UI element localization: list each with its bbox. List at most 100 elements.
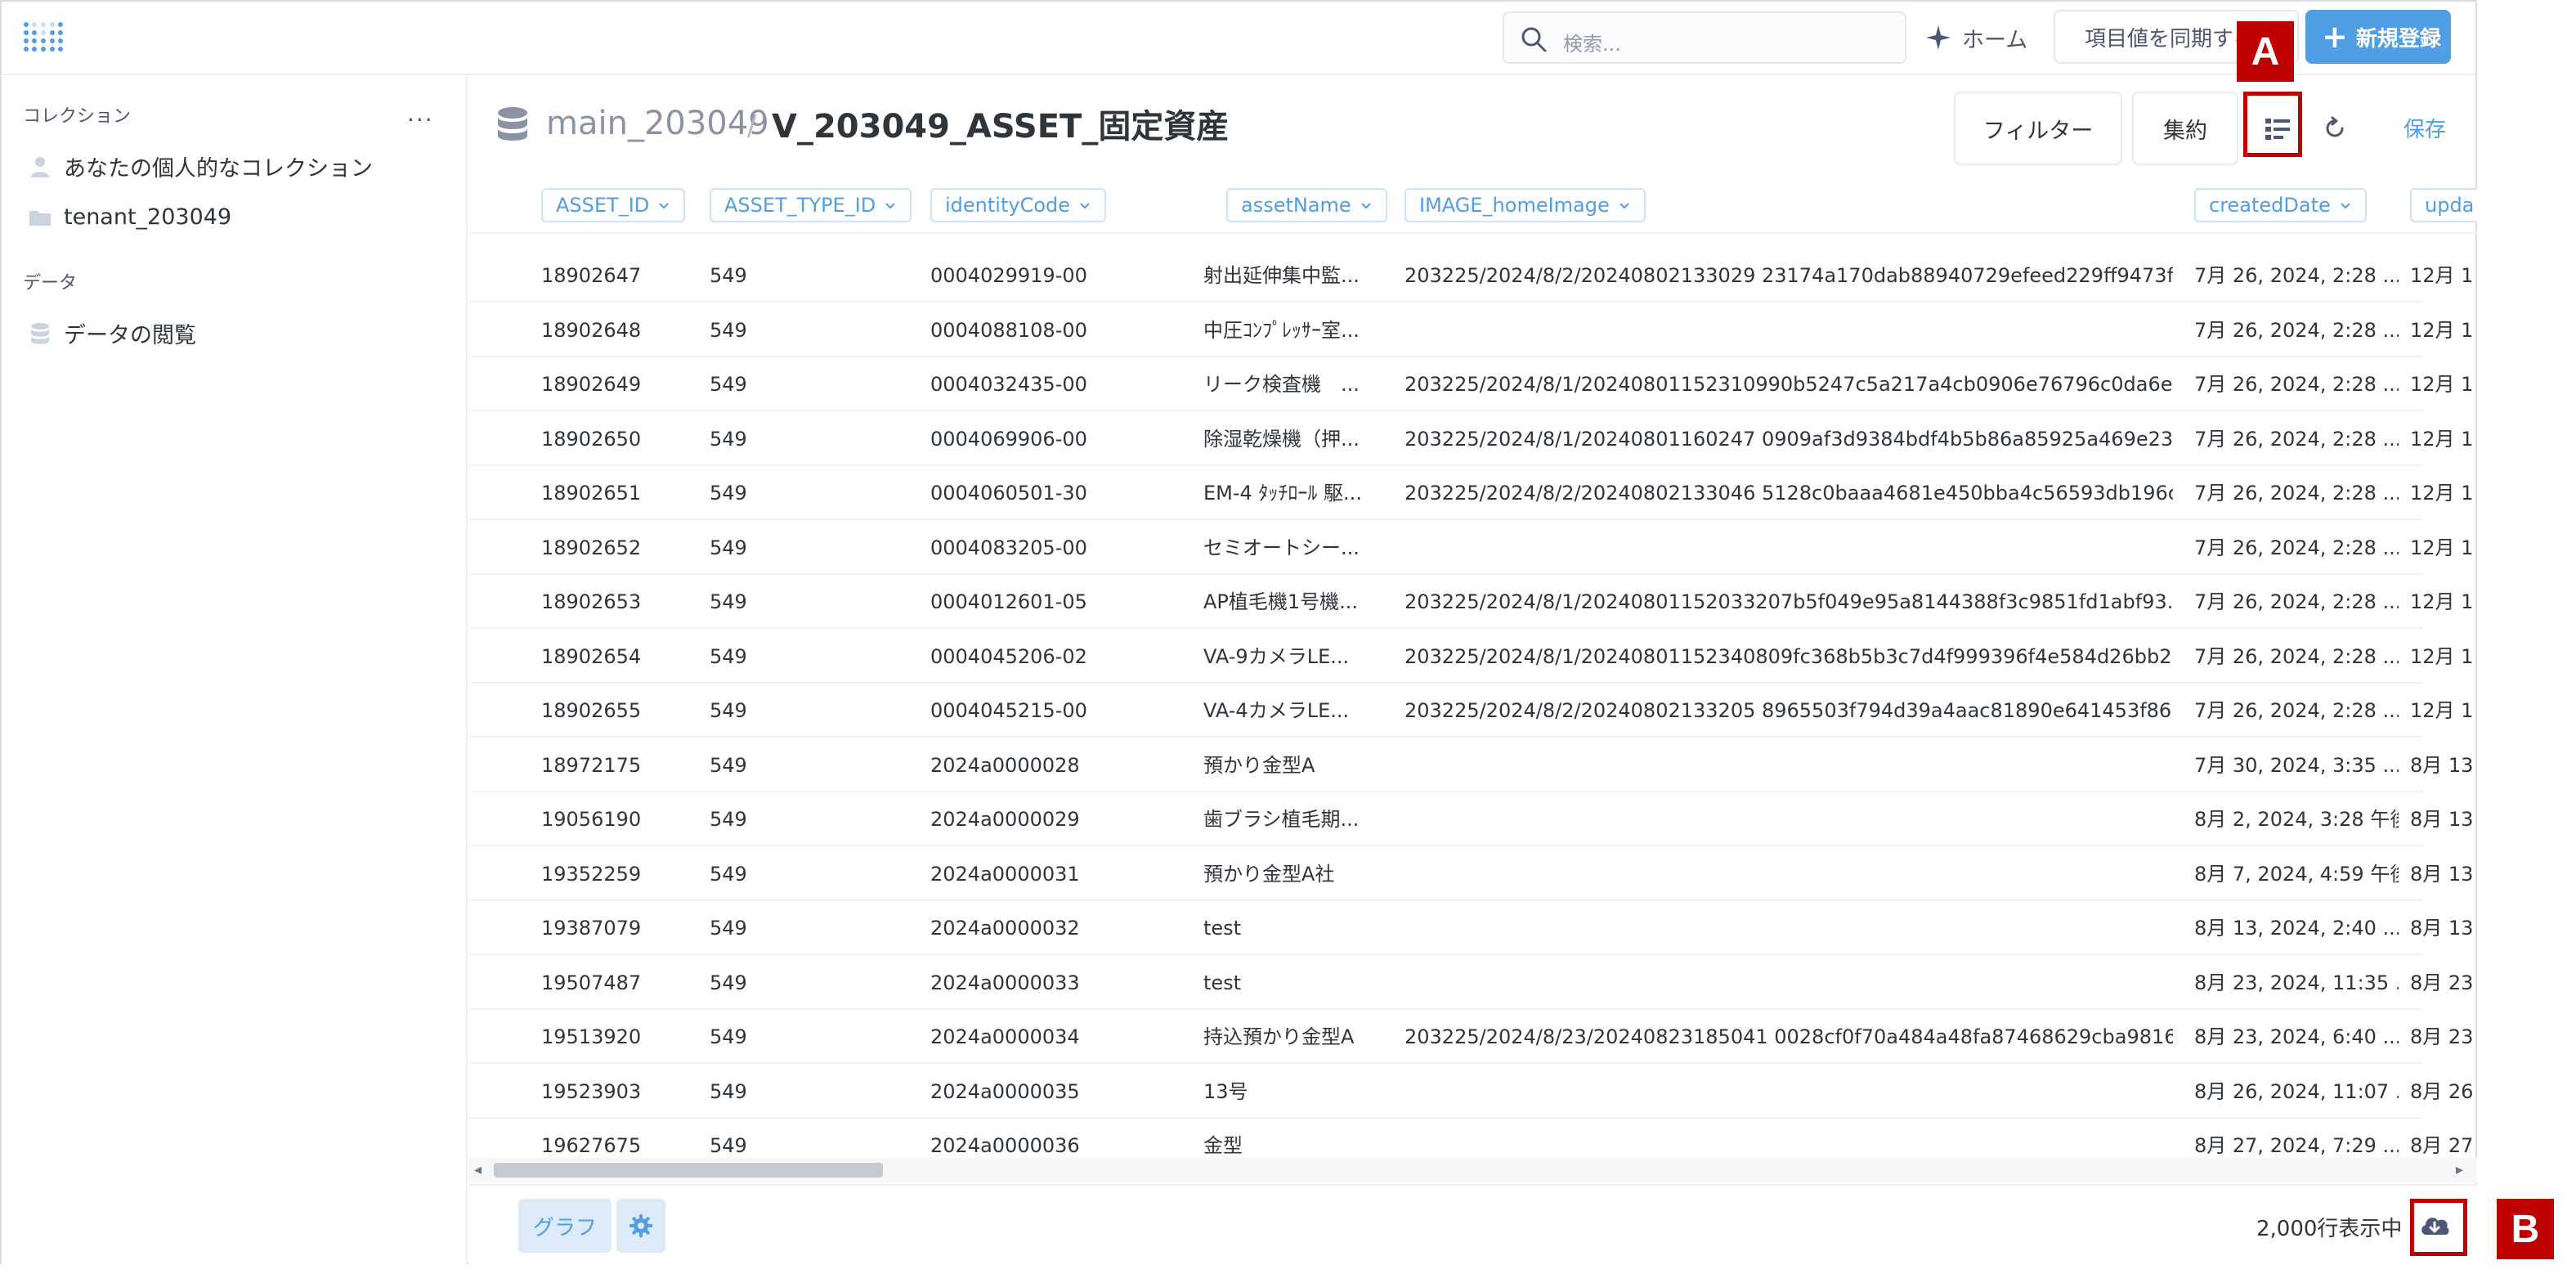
table-cell-assetname[interactable]: AP植毛機1号機... <box>1203 575 1400 629</box>
table-cell-image-homeimage[interactable] <box>1404 847 2173 901</box>
table-cell-image-homeimage[interactable]: 203225/2024/8/1/20240801152310990b5247c5… <box>1404 357 2173 411</box>
table-cell-assetname[interactable]: 中圧ｺﾝﾌﾟﾚｯｻｰ室... <box>1203 303 1400 357</box>
table-cell-asset-type-id[interactable]: 549 <box>710 466 906 520</box>
table-cell-upda[interactable]: 8月 13 <box>2410 738 2475 792</box>
table-cell-image-homeimage[interactable] <box>1404 521 2173 575</box>
sidebar-item-personal-collection[interactable]: あなたの個人的なコレクション <box>28 150 373 182</box>
table-row[interactable]: 19352259 549 2024a0000031 預かり金型A社 8月 7, 2024… <box>469 847 2473 901</box>
table-cell-asset-id[interactable]: 18902647 <box>541 249 688 303</box>
table-cell-asset-id[interactable]: 18902654 <box>541 630 688 684</box>
table-cell-asset-id[interactable]: 18902649 <box>541 357 688 411</box>
table-cell-createddate[interactable]: 8月 2, 2024, 3:28 午後 <box>2194 792 2399 846</box>
column-header-updated[interactable]: upda <box>2410 188 2477 222</box>
table-cell-image-homeimage[interactable] <box>1404 1065 2173 1119</box>
metabase-logo-icon[interactable] <box>23 21 64 54</box>
column-header-asset-id[interactable]: ASSET_ID <box>541 188 686 222</box>
table-cell-upda[interactable]: 12月 1 <box>2410 412 2475 466</box>
save-button[interactable]: 保存 <box>2404 113 2446 143</box>
filter-button[interactable]: フィルター <box>1954 92 2122 165</box>
table-cell-assetname[interactable]: VA-9カメラLE... <box>1203 630 1400 684</box>
table-cell-identitycode[interactable]: 0004083205-00 <box>930 521 1176 575</box>
table-cell-identitycode[interactable]: 0004045206-02 <box>930 630 1176 684</box>
table-cell-upda[interactable]: 8月 23 <box>2410 1010 2475 1064</box>
table-cell-asset-type-id[interactable]: 549 <box>710 1065 906 1119</box>
table-cell-asset-id[interactable]: 19387079 <box>541 901 688 955</box>
table-cell-asset-type-id[interactable]: 549 <box>710 630 906 684</box>
column-header-asset-type-id[interactable]: ASSET_TYPE_ID <box>710 188 912 222</box>
table-cell-asset-id[interactable]: 18902652 <box>541 521 688 575</box>
table-cell-asset-id[interactable]: 18902655 <box>541 684 688 738</box>
table-row[interactable]: 19056190 549 2024a0000029 歯ブラシ植毛期... 8月 2, 2… <box>469 792 2473 846</box>
table-cell-asset-type-id[interactable]: 549 <box>710 847 906 901</box>
table-row[interactable]: 18902654 549 0004045206-02 VA-9カメラLE... 2032… <box>469 630 2473 684</box>
table-cell-identitycode[interactable]: 2024a0000033 <box>930 956 1176 1010</box>
table-cell-asset-type-id[interactable]: 549 <box>710 303 906 357</box>
table-cell-createddate[interactable]: 8月 23, 2024, 11:35 ... <box>2194 956 2399 1010</box>
table-cell-upda[interactable]: 8月 13 <box>2410 847 2475 901</box>
column-header-identity-code[interactable]: identityCode <box>930 188 1107 222</box>
visualization-button[interactable]: グラフ <box>518 1199 612 1253</box>
table-cell-asset-id[interactable]: 19352259 <box>541 847 688 901</box>
table-cell-asset-id[interactable]: 18902651 <box>541 466 688 520</box>
table-row[interactable]: 18902648 549 0004088108-00 中圧ｺﾝﾌﾟﾚｯｻｰ室... 7月… <box>469 303 2473 357</box>
table-cell-identitycode[interactable]: 0004060501-30 <box>930 466 1176 520</box>
table-cell-createddate[interactable]: 7月 26, 2024, 2:28 ... <box>2194 249 2399 303</box>
search-input[interactable]: 検索... <box>1503 11 1906 64</box>
table-cell-assetname[interactable]: test <box>1203 956 1400 1010</box>
table-cell-identitycode[interactable]: 2024a0000029 <box>930 792 1176 846</box>
table-cell-createddate[interactable]: 7月 26, 2024, 2:28 ... <box>2194 684 2399 738</box>
home-button[interactable]: ホーム <box>1924 18 2027 57</box>
table-row[interactable]: 19523903 549 2024a0000035 13号 8月 26, 2024, 1… <box>469 1065 2473 1119</box>
table-cell-identitycode[interactable]: 2024a0000032 <box>930 901 1176 955</box>
collections-more-icon[interactable]: ... <box>407 100 434 127</box>
breadcrumb-database[interactable]: main_203049 <box>546 105 769 142</box>
table-cell-createddate[interactable]: 7月 26, 2024, 2:28 ... <box>2194 521 2399 575</box>
table-cell-asset-type-id[interactable]: 549 <box>710 738 906 792</box>
table-cell-createddate[interactable]: 8月 23, 2024, 6:40 ... <box>2194 1010 2399 1064</box>
scroll-left-arrow-icon[interactable]: ◂ <box>474 1161 482 1178</box>
settings-button[interactable] <box>616 1199 665 1253</box>
table-cell-asset-id[interactable]: 18902648 <box>541 303 688 357</box>
table-cell-upda[interactable]: 12月 1 <box>2410 466 2475 520</box>
table-cell-assetname[interactable]: VA-4カメラLE... <box>1203 684 1400 738</box>
table-cell-asset-type-id[interactable]: 549 <box>710 521 906 575</box>
table-cell-asset-type-id[interactable]: 549 <box>710 357 906 411</box>
table-cell-image-homeimage[interactable] <box>1404 901 2173 955</box>
sidebar-item-browse-data[interactable]: データの閲覧 <box>28 317 196 349</box>
table-cell-createddate[interactable]: 7月 26, 2024, 2:28 ... <box>2194 630 2399 684</box>
table-cell-upda[interactable]: 12月 1 <box>2410 684 2475 738</box>
table-cell-createddate[interactable]: 8月 13, 2024, 2:40 ... <box>2194 901 2399 955</box>
table-cell-image-homeimage[interactable] <box>1404 792 2173 846</box>
table-cell-upda[interactable]: 8月 26 <box>2410 1065 2475 1119</box>
table-cell-asset-type-id[interactable]: 549 <box>710 249 906 303</box>
table-row[interactable]: 18902650 549 0004069906-00 除湿乾燥機（押... 203225… <box>469 412 2473 466</box>
column-header-asset-name[interactable]: assetName <box>1226 188 1387 222</box>
table-cell-assetname[interactable]: リーク検査機 ... <box>1203 357 1400 411</box>
scroll-right-arrow-icon[interactable]: ▸ <box>2456 1161 2463 1178</box>
table-cell-createddate[interactable]: 7月 26, 2024, 2:28 ... <box>2194 575 2399 629</box>
table-cell-upda[interactable]: 8月 13 <box>2410 792 2475 846</box>
table-cell-identitycode[interactable]: 0004032435-00 <box>930 357 1176 411</box>
table-cell-asset-id[interactable]: 18902653 <box>541 575 688 629</box>
table-cell-identitycode[interactable]: 0004088108-00 <box>930 303 1176 357</box>
table-cell-upda[interactable]: 12月 1 <box>2410 303 2475 357</box>
table-cell-createddate[interactable]: 8月 26, 2024, 11:07 ... <box>2194 1065 2399 1119</box>
table-cell-assetname[interactable]: 預かり金型A社 <box>1203 847 1400 901</box>
table-cell-image-homeimage[interactable]: 203225/2024/8/2/20240802133029 23174a170… <box>1404 249 2173 303</box>
table-cell-assetname[interactable]: 預かり金型A <box>1203 738 1400 792</box>
table-cell-assetname[interactable]: 除湿乾燥機（押... <box>1203 412 1400 466</box>
table-cell-upda[interactable]: 12月 1 <box>2410 575 2475 629</box>
table-row[interactable]: 19513920 549 2024a0000034 持込預かり金型A 203225/20… <box>469 1010 2473 1064</box>
table-cell-upda[interactable]: 12月 1 <box>2410 357 2475 411</box>
table-cell-assetname[interactable]: セミオートシー... <box>1203 521 1400 575</box>
table-row[interactable]: 18902651 549 0004060501-30 EM-4 ﾀｯﾁﾛｰﾙ 駆...… <box>469 466 2473 520</box>
table-cell-upda[interactable]: 12月 1 <box>2410 630 2475 684</box>
table-cell-identitycode[interactable]: 0004029919-00 <box>930 249 1176 303</box>
table-cell-image-homeimage[interactable] <box>1404 303 2173 357</box>
table-cell-createddate[interactable]: 7月 26, 2024, 2:28 ... <box>2194 357 2399 411</box>
table-cell-image-homeimage[interactable]: 203225/2024/8/23/20240823185041 0028cf0f… <box>1404 1010 2173 1064</box>
table-cell-asset-id[interactable]: 19507487 <box>541 956 688 1010</box>
table-cell-image-homeimage[interactable]: 203225/2024/8/1/20240801152340809fc368b5… <box>1404 630 2173 684</box>
table-cell-createddate[interactable]: 7月 26, 2024, 2:28 ... <box>2194 412 2399 466</box>
table-row[interactable]: 19507487 549 2024a0000033 test 8月 23, 2024, … <box>469 956 2473 1010</box>
